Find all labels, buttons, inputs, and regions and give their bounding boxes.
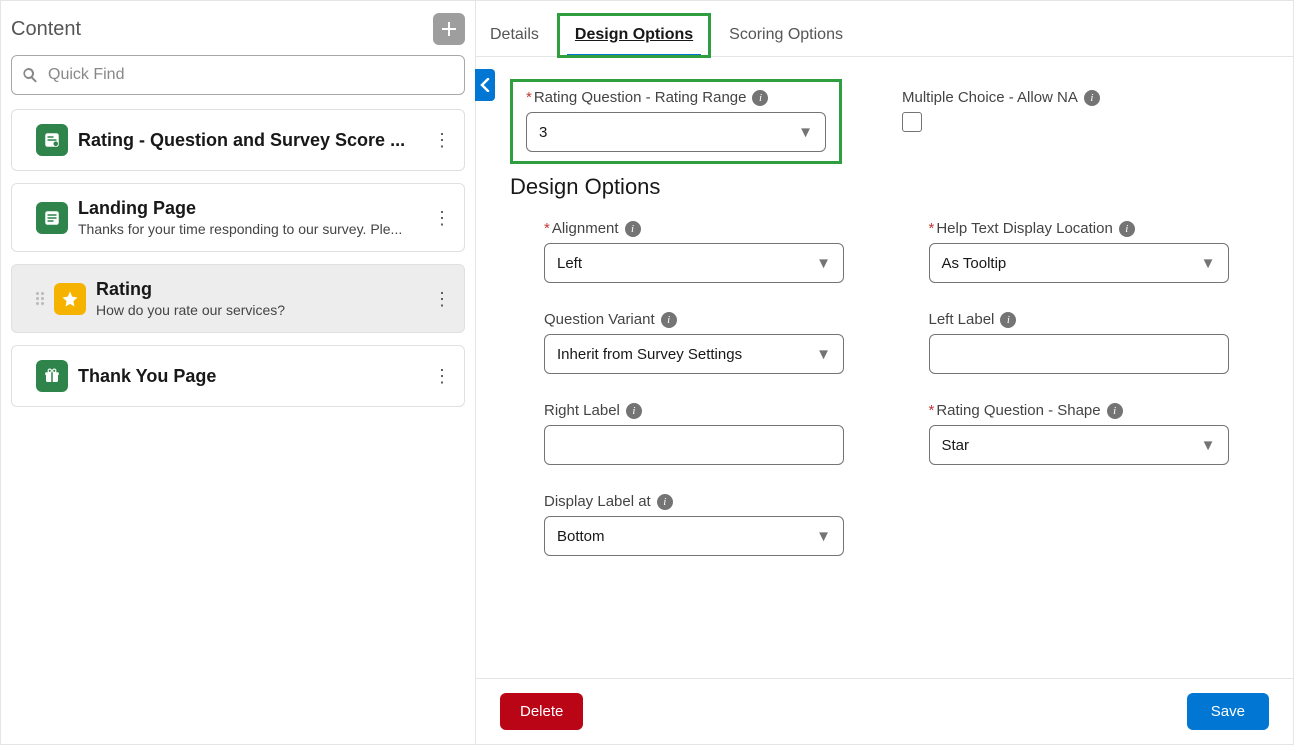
left-label-label: Left Label i — [929, 311, 1254, 328]
save-button[interactable]: Save — [1187, 693, 1269, 730]
help-location-value: As Tooltip — [942, 255, 1007, 272]
shape-value: Star — [942, 437, 970, 454]
card-subtitle: How do you rate our services? — [96, 302, 430, 318]
info-icon[interactable]: i — [626, 403, 642, 419]
tab-scoring-options[interactable]: Scoring Options — [729, 16, 843, 56]
card-subtitle: Thanks for your time responding to our s… — [78, 221, 430, 237]
help-location-label: *Help Text Display Location i — [929, 220, 1254, 237]
info-icon[interactable]: i — [752, 90, 768, 106]
left-label-input[interactable] — [942, 345, 1216, 364]
rating-range-highlight: *Rating Question - Rating Range i 3 ▼ — [510, 79, 842, 164]
tab-bar: Details Design Options Scoring Options — [476, 1, 1293, 57]
chevron-down-icon: ▼ — [816, 528, 831, 545]
chevron-down-icon: ▼ — [816, 255, 831, 272]
card-body: Rating How do you rate our services? — [96, 279, 430, 318]
form-icon — [36, 124, 68, 156]
footer-actions: Delete Save — [476, 678, 1293, 744]
delete-button[interactable]: Delete — [500, 693, 583, 730]
chevron-down-icon: ▼ — [1201, 437, 1216, 454]
chevron-down-icon: ▼ — [1201, 255, 1216, 272]
sidebar-header: Content — [7, 7, 469, 55]
info-icon[interactable]: i — [1000, 312, 1016, 328]
item-menu-button[interactable]: ⋮ — [430, 360, 454, 392]
rating-range-value: 3 — [539, 124, 547, 141]
page-icon — [36, 202, 68, 234]
quick-find-container[interactable] — [11, 55, 465, 95]
display-label-at-label: Display Label at i — [544, 493, 869, 510]
card-body: Thank You Page — [78, 366, 430, 387]
content-item-landing[interactable]: Landing Page Thanks for your time respon… — [11, 183, 465, 252]
variant-select[interactable]: Inherit from Survey Settings ▼ — [544, 334, 844, 374]
allow-na-label: Multiple Choice - Allow NA i — [902, 89, 1253, 106]
card-title: Landing Page — [78, 198, 430, 219]
help-location-select[interactable]: As Tooltip ▼ — [929, 243, 1229, 283]
quick-find-input[interactable] — [46, 65, 454, 85]
content-item-thankyou[interactable]: Thank You Page ⋮ — [11, 345, 465, 407]
info-icon[interactable]: i — [1107, 403, 1123, 419]
card-title: Rating — [96, 279, 430, 300]
rating-range-select[interactable]: 3 ▼ — [526, 112, 826, 152]
shape-label: *Rating Question - Shape i — [929, 402, 1254, 419]
alignment-value: Left — [557, 255, 582, 272]
tab-design-options[interactable]: Design Options — [575, 16, 693, 56]
item-menu-button[interactable]: ⋮ — [430, 124, 454, 156]
sidebar-title: Content — [11, 18, 81, 41]
form-content: *Rating Question - Rating Range i 3 ▼ Mu… — [476, 57, 1293, 678]
tab-details[interactable]: Details — [490, 16, 539, 56]
chevron-left-icon — [480, 78, 490, 92]
left-label-input-box[interactable] — [929, 334, 1229, 374]
info-icon[interactable]: i — [1119, 221, 1135, 237]
display-label-at-value: Bottom — [557, 528, 605, 545]
info-icon[interactable]: i — [625, 221, 641, 237]
card-title: Rating - Question and Survey Score ... — [78, 130, 430, 151]
tab-design-options-wrap: Design Options — [567, 16, 701, 56]
item-menu-button[interactable]: ⋮ — [430, 283, 454, 315]
plus-icon — [441, 21, 457, 37]
item-menu-button[interactable]: ⋮ — [430, 202, 454, 234]
shape-select[interactable]: Star ▼ — [929, 425, 1229, 465]
info-icon[interactable]: i — [661, 312, 677, 328]
variant-value: Inherit from Survey Settings — [557, 346, 742, 363]
search-icon — [22, 67, 38, 83]
alignment-label: *Alignment i — [544, 220, 869, 237]
content-sidebar: Content Rating - Question and Survey Sco… — [1, 1, 476, 744]
active-tab-underline — [567, 54, 701, 58]
section-heading: Design Options — [510, 174, 1253, 200]
star-icon — [54, 283, 86, 315]
rating-range-label: *Rating Question - Rating Range i — [526, 89, 826, 106]
content-item-rating[interactable]: Rating How do you rate our services? ⋮ — [11, 264, 465, 333]
alignment-select[interactable]: Left ▼ — [544, 243, 844, 283]
display-label-at-select[interactable]: Bottom ▼ — [544, 516, 844, 556]
info-icon[interactable]: i — [657, 494, 673, 510]
gift-icon — [36, 360, 68, 392]
chevron-down-icon: ▼ — [816, 346, 831, 363]
allow-na-checkbox[interactable] — [902, 112, 922, 132]
info-icon[interactable]: i — [1084, 90, 1100, 106]
card-body: Landing Page Thanks for your time respon… — [78, 198, 430, 237]
content-item-score[interactable]: Rating - Question and Survey Score ... ⋮ — [11, 109, 465, 171]
variant-label: Question Variant i — [544, 311, 869, 328]
chevron-down-icon: ▼ — [798, 124, 813, 141]
card-title: Thank You Page — [78, 366, 430, 387]
right-label-label: Right Label i — [544, 402, 869, 419]
drag-handle-icon[interactable] — [36, 292, 48, 305]
right-label-input-box[interactable] — [544, 425, 844, 465]
add-content-button[interactable] — [433, 13, 465, 45]
card-body: Rating - Question and Survey Score ... — [78, 130, 430, 151]
right-label-input[interactable] — [557, 436, 831, 455]
collapse-sidebar-button[interactable] — [475, 69, 495, 101]
main-panel: Details Design Options Scoring Options *… — [476, 1, 1293, 744]
